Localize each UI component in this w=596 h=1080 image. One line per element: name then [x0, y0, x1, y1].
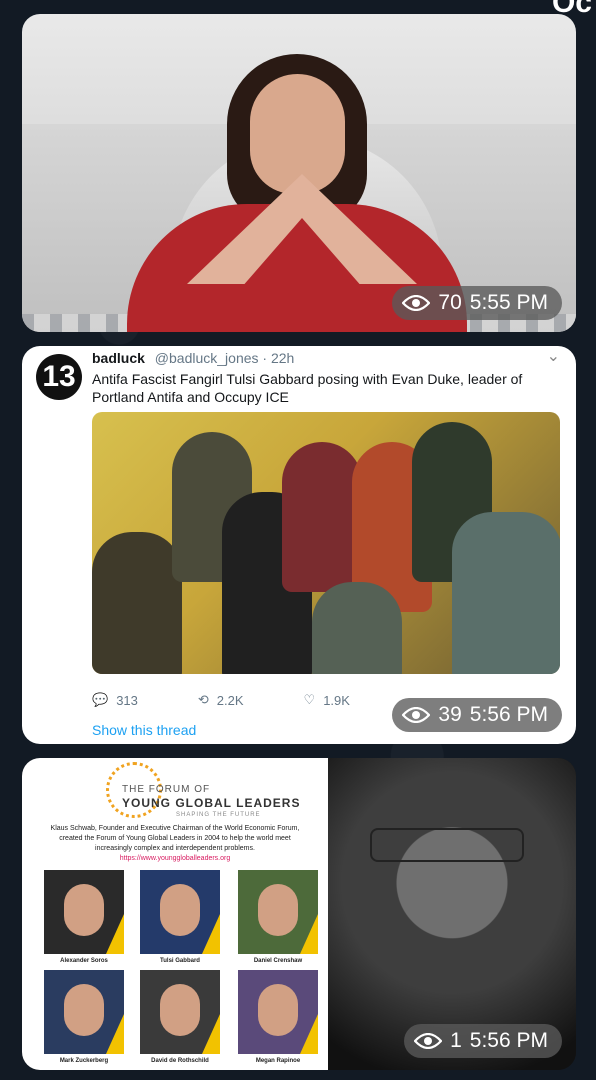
- portrait-6: [238, 970, 318, 1054]
- group-photo: [92, 412, 560, 674]
- person: [312, 582, 402, 674]
- reply-icon: 💬: [92, 692, 109, 707]
- view-count: 39: [438, 703, 462, 726]
- forum-description: Klaus Schwab, Founder and Executive Chai…: [40, 824, 310, 864]
- person: [92, 532, 182, 674]
- tweet-handle: @badluck_jones: [154, 350, 259, 366]
- retweet-icon: ⟲: [197, 692, 209, 707]
- message-meta: 70 5:55 PM: [392, 286, 562, 320]
- portrait-4: [44, 970, 124, 1054]
- tweet-text: Antifa Fascist Fangirl Tulsi Gabbard pos…: [92, 371, 523, 405]
- forum-description-text: Klaus Schwab, Founder and Executive Chai…: [50, 825, 300, 852]
- person: [452, 512, 560, 674]
- photo-message-2[interactable]: 13 badluck @badluck_jones · 22h ⌄ Antifa…: [22, 346, 576, 744]
- heart-icon: ♡: [303, 692, 316, 707]
- tweet-avatar: 13: [36, 354, 82, 400]
- portrait-2: [140, 870, 220, 954]
- view-count: 1: [450, 1029, 462, 1052]
- portrait-1: [44, 870, 124, 954]
- chevron-down-icon: ⌄: [546, 348, 560, 365]
- glasses: [370, 828, 524, 862]
- portrait-label: Mark Zuckerberg: [59, 1058, 109, 1064]
- show-thread-link[interactable]: Show this thread: [92, 722, 196, 738]
- views-icon: [402, 707, 431, 723]
- forum-url: https://www.younggloballeaders.org: [119, 855, 231, 862]
- forum-title-big: YOUNG GLOBAL LEADERS: [122, 796, 301, 810]
- retweet-count: 2.2K: [216, 692, 244, 708]
- portrait-label: Daniel Crenshaw: [253, 958, 303, 964]
- like-count: 1.9K: [323, 692, 350, 708]
- portrait-label: Tulsi Gabbard: [160, 958, 200, 964]
- tweet-actions: 💬 313 ⟲ 2.2K ♡ 1.9K: [92, 692, 350, 708]
- forum-poster: THE FORUM OF YOUNG GLOBAL LEADERS SHAPIN…: [22, 758, 328, 1070]
- capitol-photo[interactable]: [22, 14, 576, 332]
- tweet-age: · 22h: [262, 350, 295, 366]
- person: [282, 442, 362, 592]
- timestamp: 5:56 PM: [469, 1029, 548, 1052]
- reply-count: 313: [116, 692, 138, 708]
- portrait-3: [238, 870, 318, 954]
- photo-message-1[interactable]: 70 5:55 PM: [22, 14, 576, 332]
- views-icon: [414, 1033, 443, 1049]
- portrait-label: David de Rothschild: [151, 1058, 209, 1064]
- woman-face: [250, 74, 345, 194]
- tweet-display-name: badluck: [92, 350, 145, 366]
- view-count: 70: [438, 291, 462, 314]
- retweet-action[interactable]: ⟲ 2.2K: [198, 692, 244, 708]
- portrait-label: Megan Rapinoe: [255, 1058, 301, 1064]
- tweet-header: badluck @badluck_jones · 22h: [92, 350, 294, 366]
- timestamp: 5:55 PM: [469, 291, 548, 314]
- message-meta: 39 5:56 PM: [392, 698, 562, 732]
- like-action[interactable]: ♡ 1.9K: [304, 692, 350, 708]
- reply-action[interactable]: 💬 313: [92, 692, 138, 708]
- views-icon: [402, 295, 431, 311]
- timestamp: 5:56 PM: [469, 703, 548, 726]
- forum-title-small: THE FORUM OF: [122, 784, 211, 795]
- portrait-label: Alexander Soros: [60, 958, 108, 964]
- forum-tagline: SHAPING THE FUTURE: [176, 812, 261, 818]
- portrait-5: [140, 970, 220, 1054]
- photo-message-3[interactable]: THE FORUM OF YOUNG GLOBAL LEADERS SHAPIN…: [22, 758, 576, 1070]
- message-meta: 1 5:56 PM: [404, 1024, 562, 1058]
